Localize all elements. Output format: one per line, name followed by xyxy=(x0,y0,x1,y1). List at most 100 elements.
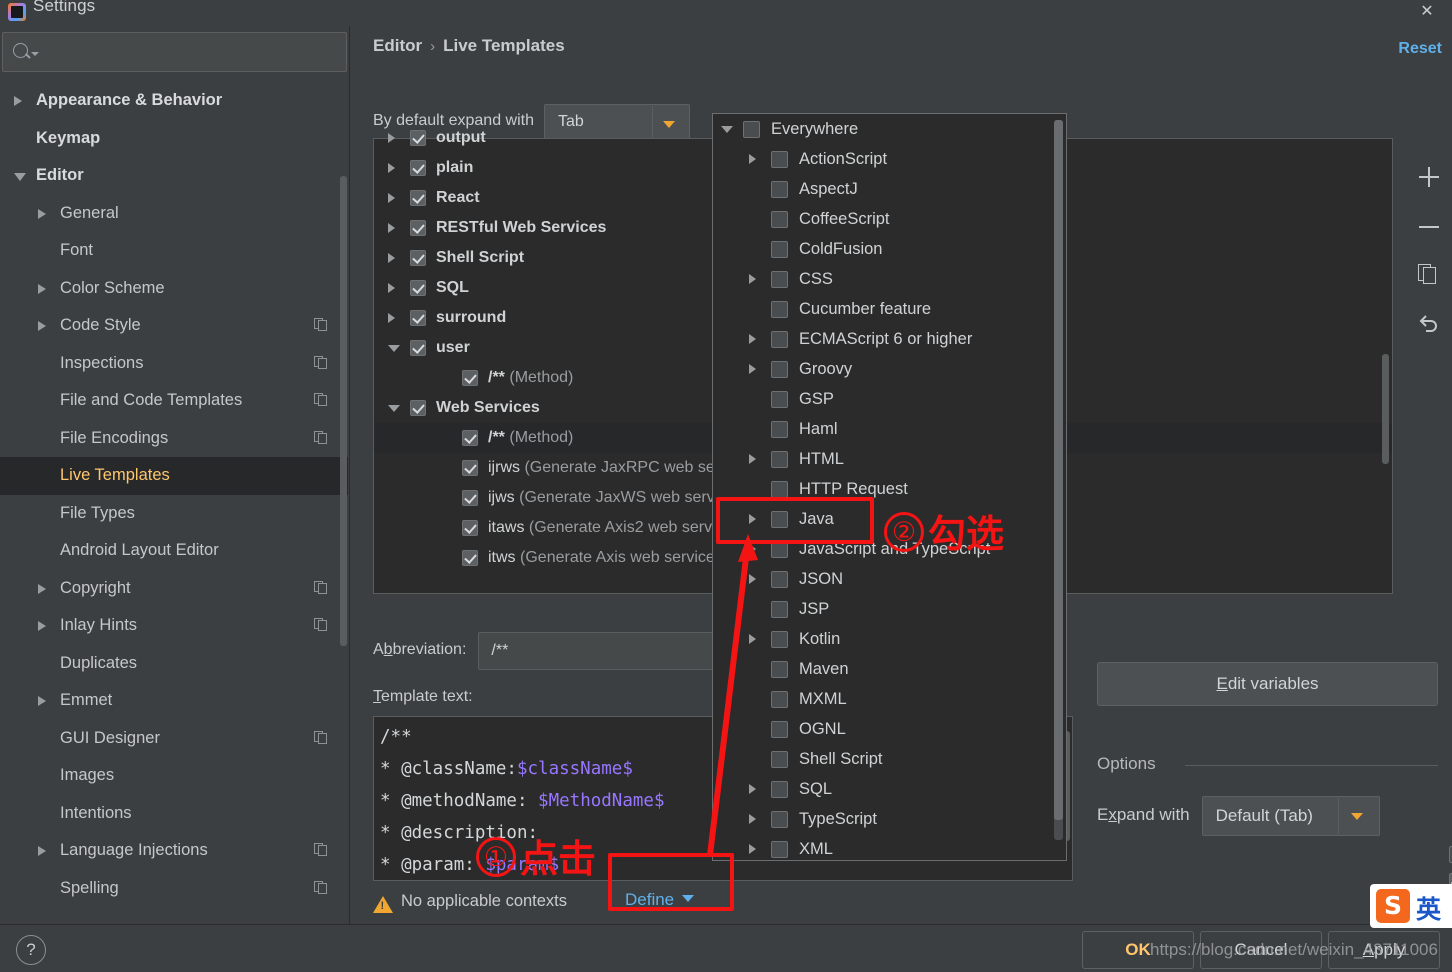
templates-scrollbar[interactable] xyxy=(1382,354,1389,464)
sidebar-item-font[interactable]: Font xyxy=(0,232,348,270)
sidebar-item-intentions[interactable]: Intentions xyxy=(0,795,348,833)
chevron-right-icon[interactable] xyxy=(749,544,756,554)
context-option-xml[interactable]: XML xyxy=(713,834,1066,864)
sidebar-item-code-style[interactable]: Code Style xyxy=(0,307,348,345)
context-option-actionscript[interactable]: ActionScript xyxy=(713,144,1066,174)
context-checkbox[interactable] xyxy=(771,271,788,288)
chevron-right-icon[interactable] xyxy=(38,321,46,331)
sidebar-item-file-and-code-templates[interactable]: File and Code Templates xyxy=(0,382,348,420)
chevron-right-icon[interactable] xyxy=(388,193,395,203)
context-option-ecmascript-6-or-higher[interactable]: ECMAScript 6 or higher xyxy=(713,324,1066,354)
sidebar-item-android-layout-editor[interactable]: Android Layout Editor xyxy=(0,532,348,570)
sidebar-item-appearance-behavior[interactable]: Appearance & Behavior xyxy=(0,82,348,120)
help-button[interactable]: ? xyxy=(16,935,46,965)
template-checkbox[interactable] xyxy=(410,400,426,416)
add-template-button[interactable] xyxy=(1416,164,1442,190)
chevron-right-icon[interactable] xyxy=(749,454,756,464)
context-option-aspectj[interactable]: AspectJ xyxy=(713,174,1066,204)
context-option-css[interactable]: CSS xyxy=(713,264,1066,294)
context-checkbox[interactable] xyxy=(771,661,788,678)
chevron-right-icon[interactable] xyxy=(749,364,756,374)
template-checkbox[interactable] xyxy=(410,280,426,296)
context-option-http-request[interactable]: HTTP Request xyxy=(713,474,1066,504)
context-option-haml[interactable]: Haml xyxy=(713,414,1066,444)
context-checkbox[interactable] xyxy=(771,811,788,828)
context-option-coffeescript[interactable]: CoffeeScript xyxy=(713,204,1066,234)
chevron-right-icon[interactable] xyxy=(749,154,756,164)
context-option-gsp[interactable]: GSP xyxy=(713,384,1066,414)
chevron-right-icon[interactable] xyxy=(749,784,756,794)
chevron-right-icon[interactable] xyxy=(38,621,46,631)
context-option-coldfusion[interactable]: ColdFusion xyxy=(713,234,1066,264)
chevron-down-icon[interactable] xyxy=(14,173,26,181)
context-checkbox[interactable] xyxy=(743,121,760,138)
sidebar-item-duplicates[interactable]: Duplicates xyxy=(0,645,348,683)
sidebar-item-gui-designer[interactable]: GUI Designer xyxy=(0,720,348,758)
chevron-right-icon[interactable] xyxy=(388,253,395,263)
chevron-right-icon[interactable] xyxy=(38,584,46,594)
context-checkbox[interactable] xyxy=(771,601,788,618)
context-checkbox[interactable] xyxy=(771,751,788,768)
context-checkbox[interactable] xyxy=(771,151,788,168)
chevron-right-icon[interactable] xyxy=(388,133,395,143)
context-option-ognl[interactable]: OGNL xyxy=(713,714,1066,744)
chevron-right-icon[interactable] xyxy=(388,313,395,323)
context-checkbox[interactable] xyxy=(771,211,788,228)
chevron-down-icon[interactable] xyxy=(388,345,400,352)
context-checkbox[interactable] xyxy=(771,841,788,858)
popup-scrollbar[interactable] xyxy=(1054,120,1063,840)
context-checkbox[interactable] xyxy=(771,571,788,588)
edit-variables-button[interactable]: Edit variables xyxy=(1097,662,1438,706)
context-checkbox[interactable] xyxy=(771,541,788,558)
chevron-down-icon[interactable] xyxy=(31,52,39,56)
sidebar-item-copyright[interactable]: Copyright xyxy=(0,570,348,608)
sidebar-item-language-injections[interactable]: Language Injections xyxy=(0,832,348,870)
context-checkbox[interactable] xyxy=(771,361,788,378)
context-option-html[interactable]: HTML xyxy=(713,444,1066,474)
context-checkbox[interactable] xyxy=(771,721,788,738)
search-input[interactable] xyxy=(41,33,341,71)
context-option-javascript-and-typescript[interactable]: JavaScript and TypeScript xyxy=(713,534,1066,564)
breadcrumb-parent[interactable]: Editor xyxy=(373,36,422,55)
template-checkbox[interactable] xyxy=(462,370,478,386)
context-dropdown-popup[interactable]: EverywhereActionScriptAspectJCoffeeScrip… xyxy=(712,113,1067,861)
context-checkbox[interactable] xyxy=(771,301,788,318)
template-checkbox[interactable] xyxy=(410,220,426,236)
sidebar-item-spelling[interactable]: Spelling xyxy=(0,870,348,908)
search-box[interactable] xyxy=(2,32,347,72)
chevron-down-icon[interactable] xyxy=(1351,813,1363,820)
context-checkbox[interactable] xyxy=(771,391,788,408)
chevron-right-icon[interactable] xyxy=(749,334,756,344)
sidebar-item-emmet[interactable]: Emmet xyxy=(0,682,348,720)
chevron-right-icon[interactable] xyxy=(38,209,46,219)
chevron-right-icon[interactable] xyxy=(749,574,756,584)
context-option-groovy[interactable]: Groovy xyxy=(713,354,1066,384)
context-option-maven[interactable]: Maven xyxy=(713,654,1066,684)
chevron-down-icon[interactable] xyxy=(388,405,400,412)
context-option-shell-script[interactable]: Shell Script xyxy=(713,744,1066,774)
context-checkbox[interactable] xyxy=(771,691,788,708)
template-checkbox[interactable] xyxy=(410,250,426,266)
context-option-typescript[interactable]: TypeScript xyxy=(713,804,1066,834)
template-checkbox[interactable] xyxy=(410,190,426,206)
template-checkbox[interactable] xyxy=(410,130,426,146)
context-checkbox[interactable] xyxy=(771,631,788,648)
sidebar-item-images[interactable]: Images xyxy=(0,757,348,795)
sidebar-item-keymap[interactable]: Keymap xyxy=(0,120,348,158)
chevron-right-icon[interactable] xyxy=(749,274,756,284)
chevron-right-icon[interactable] xyxy=(388,283,395,293)
template-checkbox[interactable] xyxy=(410,310,426,326)
reset-link[interactable]: Reset xyxy=(1398,40,1442,58)
sidebar-item-inlay-hints[interactable]: Inlay Hints xyxy=(0,607,348,645)
chevron-right-icon[interactable] xyxy=(749,634,756,644)
sidebar-scrollbar[interactable] xyxy=(340,176,347,646)
chevron-down-icon[interactable] xyxy=(721,126,733,133)
context-checkbox[interactable] xyxy=(771,241,788,258)
sidebar-item-editor[interactable]: Editor xyxy=(0,157,348,195)
context-option-kotlin[interactable]: Kotlin xyxy=(713,624,1066,654)
context-checkbox[interactable] xyxy=(771,511,788,528)
template-checkbox[interactable] xyxy=(410,160,426,176)
chevron-right-icon[interactable] xyxy=(14,96,22,106)
sogou-ime-bar[interactable]: S 英 xyxy=(1370,884,1452,928)
context-checkbox[interactable] xyxy=(771,781,788,798)
